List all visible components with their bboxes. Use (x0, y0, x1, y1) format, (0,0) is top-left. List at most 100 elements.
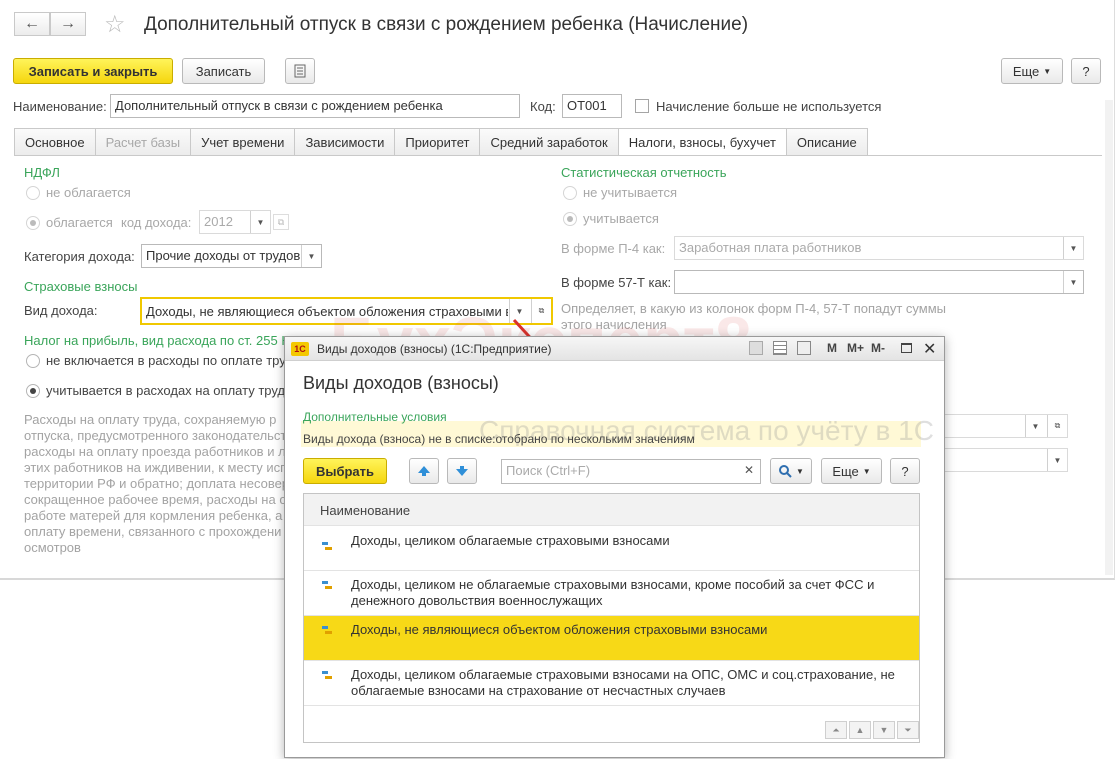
more-label: Еще (1012, 63, 1040, 79)
income-code-field[interactable]: 2012 ▼ (199, 210, 271, 234)
search-input[interactable]: Поиск (Ctrl+F) ✕ (501, 459, 761, 484)
close-icon[interactable]: ✕ (923, 339, 936, 359)
profit-tax-exclude-label: не включается в расходы по оплате тру (46, 353, 286, 368)
insurance-heading: Страховые взносы (24, 279, 138, 294)
select-button[interactable]: Выбрать (303, 458, 387, 484)
category-label: Категория дохода: (24, 249, 135, 264)
chevron-down-icon[interactable]: ▼ (250, 211, 270, 233)
chevron-down-icon: ▼ (796, 466, 804, 476)
description-line: территории РФ и обратно; доплата несовер (24, 476, 290, 491)
row-text-line2: денежного довольствия военнослужащих (351, 593, 603, 608)
table-row[interactable]: Доходы, целиком облагаемые страховыми вз… (304, 661, 919, 706)
memory-minus-button[interactable]: M- (871, 341, 885, 355)
table-row-selected[interactable]: Доходы, не являющиеся объектом обложения… (304, 616, 919, 661)
chevron-down-icon[interactable]: ▼ (301, 245, 321, 267)
tab-taxes[interactable]: Налоги, взносы, бухучет (618, 128, 787, 156)
tab-dependencies[interactable]: Зависимости (295, 128, 396, 156)
tab-time-tracking[interactable]: Учет времени (191, 128, 296, 156)
table-row[interactable]: Доходы, целиком облагаемые страховыми вз… (304, 526, 919, 571)
dialog-titlebar: 1С Виды доходов (взносы) (1С:Предприятие… (285, 337, 944, 361)
save-and-close-button[interactable]: Записать и закрыть (13, 58, 173, 84)
income-types-dialog: 1С Виды доходов (взносы) (1С:Предприятие… (284, 336, 945, 758)
help-button[interactable]: ? (1071, 58, 1101, 84)
scroll-last-button[interactable]: ⏷ (897, 721, 919, 739)
calendar-icon[interactable] (773, 341, 787, 355)
scroll-first-button[interactable]: ⏶ (825, 721, 847, 739)
tab-main[interactable]: Основное (14, 128, 96, 156)
document-list-button[interactable] (285, 58, 315, 84)
income-code-value: 2012 (204, 214, 233, 229)
stats-heading: Статистическая отчетность (561, 165, 727, 180)
description-line: отпуска, предусмотренного законодательст (24, 428, 287, 443)
profit-tax-include-radio[interactable] (26, 384, 40, 398)
dialog-heading: Виды доходов (взносы) (303, 373, 499, 393)
p4-field[interactable]: Заработная плата работников ▼ (674, 236, 1084, 260)
f57-field[interactable]: ▼ (674, 270, 1084, 294)
favorite-star-icon[interactable]: ☆ (104, 10, 126, 39)
profit-tax-description: Расходы на оплату труда, сохраняемую р о… (24, 412, 292, 556)
unused-label: Начисление больше не используется (656, 99, 882, 114)
ndfl-taxed-radio[interactable] (26, 216, 40, 230)
scroll-down-button[interactable]: ▼ (873, 721, 895, 739)
tab-priority[interactable]: Приоритет (395, 128, 481, 156)
back-button[interactable]: ← (14, 12, 50, 36)
stats-counted-radio[interactable] (563, 212, 577, 226)
move-down-button[interactable] (447, 458, 477, 484)
stats-counted-label: учитывается (583, 211, 659, 226)
tab-average-earnings[interactable]: Средний заработок (480, 128, 619, 156)
dialog-help-button[interactable]: ? (890, 458, 920, 484)
app-1c-icon: 1С (291, 342, 309, 356)
stats-not-counted-radio[interactable] (563, 186, 577, 200)
arrow-up-icon (418, 466, 430, 476)
memory-plus-button[interactable]: M+ (847, 341, 864, 355)
chevron-down-icon[interactable]: ▼ (1063, 237, 1083, 259)
p4-value: Заработная плата работников (679, 240, 862, 255)
unused-checkbox[interactable] (635, 99, 649, 113)
save-button[interactable]: Записать (182, 58, 265, 84)
stats-not-counted-label: не учитывается (583, 185, 677, 200)
catalog-item-icon (322, 581, 332, 590)
income-code-label: код дохода: (121, 215, 192, 230)
clear-icon[interactable]: ✕ (744, 463, 754, 477)
category-field[interactable]: Прочие доходы от трудов ▼ (141, 244, 322, 268)
description-line: расходы на оплату проезда работников и л (24, 444, 286, 459)
open-icon[interactable]: ⧉ (1047, 415, 1067, 437)
open-icon[interactable]: ⧉ (273, 214, 289, 230)
profit-tax-exclude-radio[interactable] (26, 354, 40, 368)
description-line: этих работников на иждивении, к месту ис… (24, 460, 288, 475)
memory-button[interactable]: M (827, 341, 837, 355)
p4-label: В форме П-4 как: (561, 241, 666, 256)
chevron-down-icon: ▼ (862, 466, 871, 476)
table-row[interactable]: Доходы, целиком не облагаемые страховыми… (304, 571, 919, 616)
profit-tax-include-label: учитывается в расходах на оплату труд (46, 383, 286, 398)
hidden-field-2[interactable]: ▼ (944, 448, 1068, 472)
scrollbar[interactable] (1105, 100, 1113, 575)
name-field[interactable]: Дополнительный отпуск в связи с рождение… (110, 94, 520, 118)
chevron-down-icon[interactable]: ▼ (1063, 271, 1083, 293)
column-header-name[interactable]: Наименование (320, 503, 410, 518)
tab-description[interactable]: Описание (786, 128, 868, 156)
print-icon[interactable] (749, 341, 763, 355)
profit-tax-heading: Налог на прибыль, вид расхода по ст. 255… (24, 333, 320, 348)
catalog-item-icon (322, 671, 332, 680)
dialog-window-title: Виды доходов (взносы) (1С:Предприятие) (317, 342, 552, 356)
row-text: Доходы, не являющиеся объектом обложения… (351, 622, 768, 637)
hidden-field-1[interactable]: ▼ ⧉ (944, 414, 1068, 438)
ndfl-not-taxed-radio[interactable] (26, 186, 40, 200)
code-field[interactable]: ОТ001 (562, 94, 622, 118)
maximize-icon[interactable] (901, 343, 912, 353)
chevron-down-icon[interactable]: ▼ (1025, 415, 1045, 437)
dialog-more-button[interactable]: Еще ▼ (821, 458, 882, 484)
row-text: Доходы, целиком не облагаемые страховыми… (351, 577, 875, 592)
more-menu-button[interactable]: Еще ▼ (1001, 58, 1063, 84)
income-type-label: Вид дохода: (24, 303, 98, 318)
chevron-down-icon[interactable]: ▼ (1047, 449, 1067, 471)
tab-base-calculation[interactable]: Расчет базы (95, 128, 192, 156)
calculator-icon[interactable] (797, 341, 811, 355)
move-up-button[interactable] (409, 458, 439, 484)
conditions-label[interactable]: Дополнительные условия (303, 410, 447, 424)
search-button[interactable]: ▼ (770, 458, 812, 484)
forward-button[interactable]: → (50, 12, 86, 36)
scroll-up-button[interactable]: ▲ (849, 721, 871, 739)
tab-divider (14, 155, 1102, 156)
